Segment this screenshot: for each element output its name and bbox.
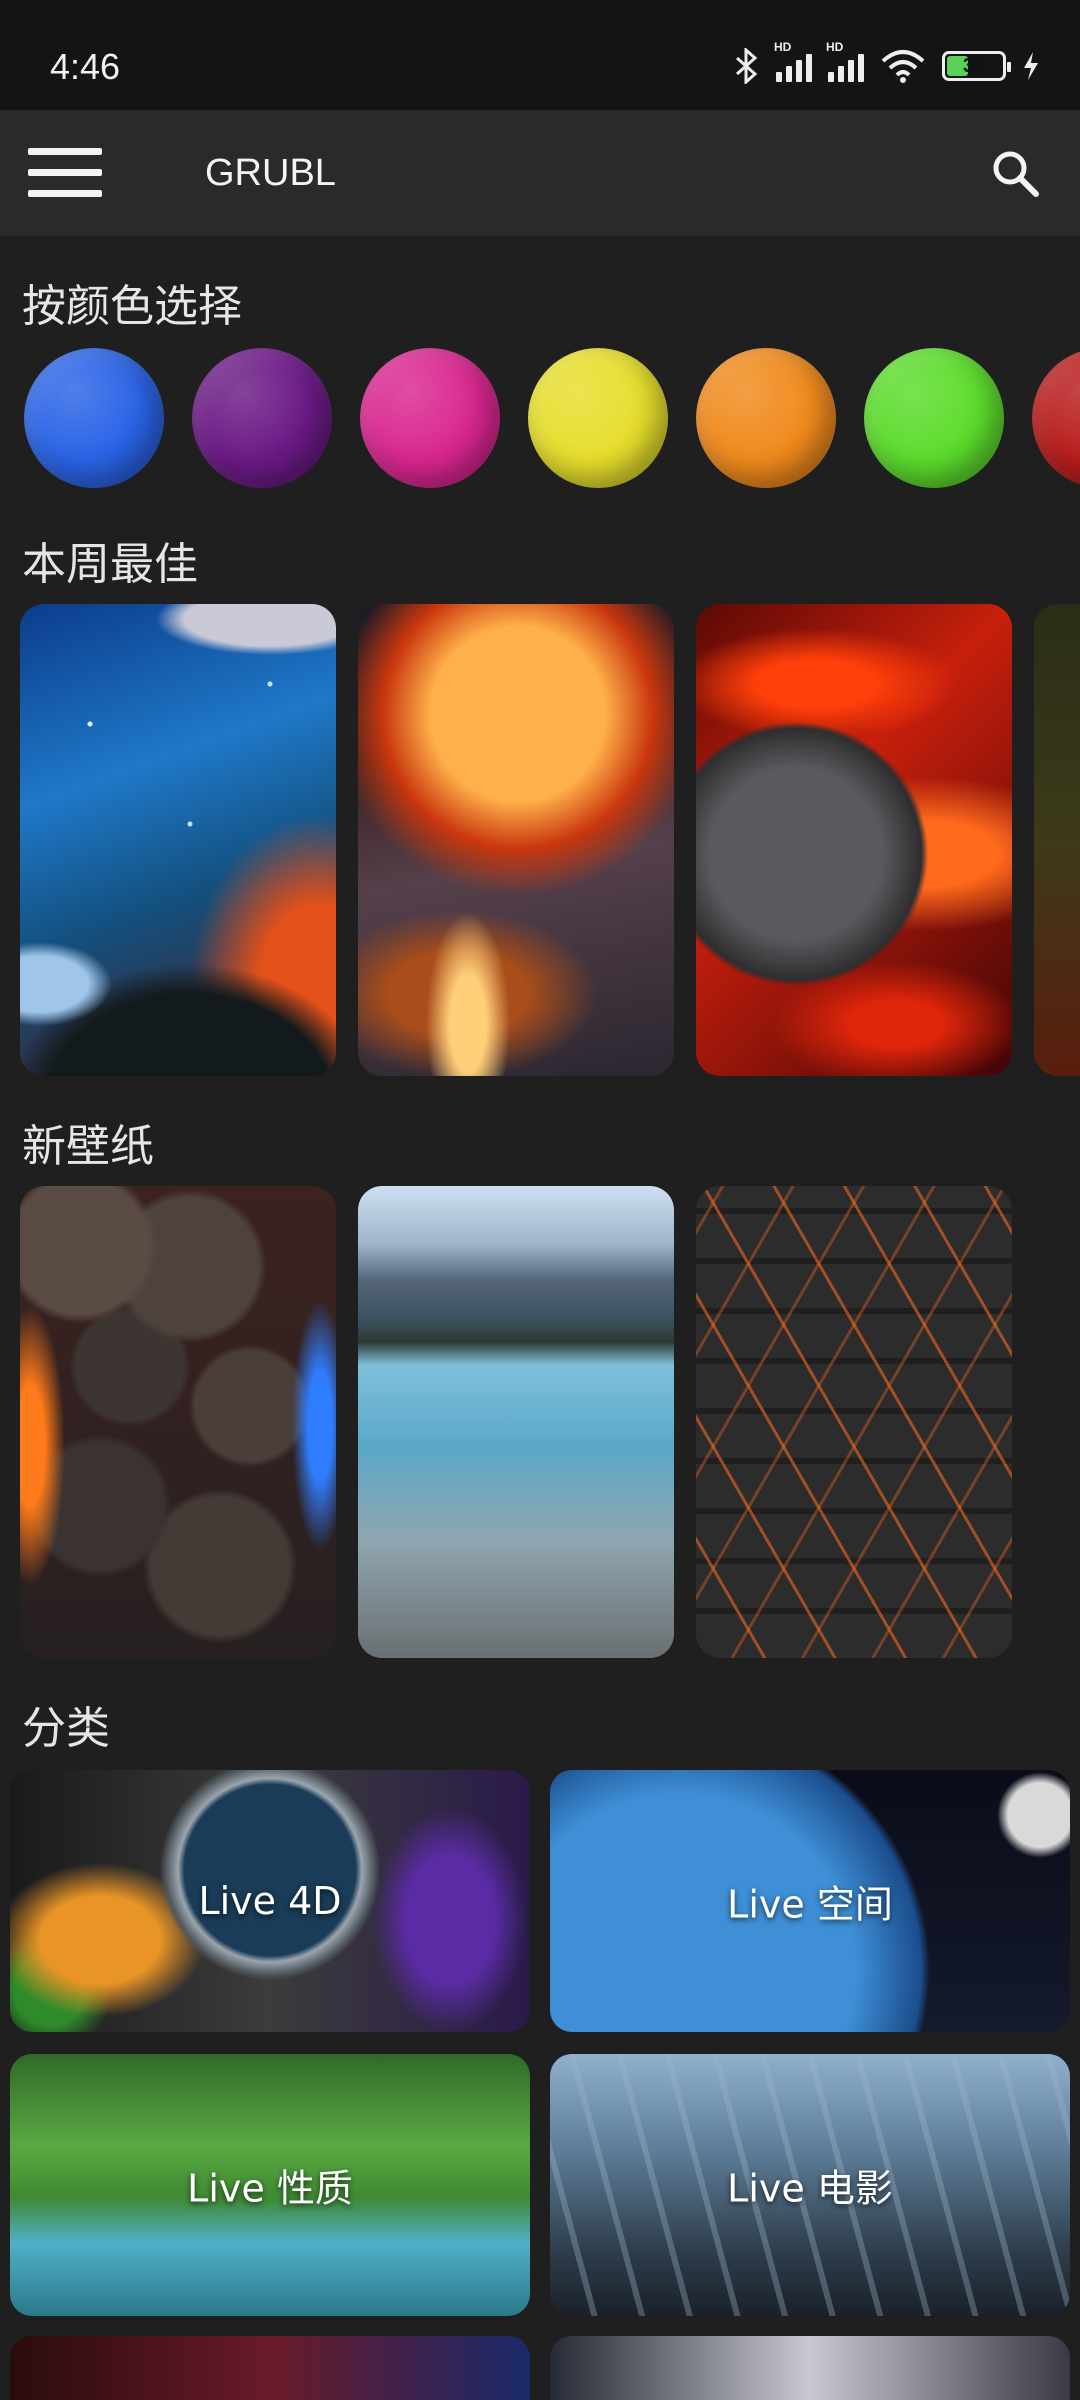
best-week-row xyxy=(0,604,1080,1076)
new-wallpapers-row xyxy=(0,1186,1080,1658)
color-swatch-yellow[interactable] xyxy=(528,348,668,488)
category-card-partial-2[interactable] xyxy=(550,2336,1070,2400)
battery-level: 38 xyxy=(962,54,986,77)
section-title-new-wallpapers: 新壁纸 xyxy=(22,1121,154,1172)
color-swatch-red[interactable] xyxy=(1032,348,1080,488)
color-swatch-blue[interactable] xyxy=(24,348,164,488)
app-bar: GRUBL xyxy=(0,110,1080,236)
menu-button[interactable] xyxy=(28,148,102,202)
hamburger-icon xyxy=(28,148,102,155)
cell-signal-1-icon: HD xyxy=(774,40,812,82)
category-card-live-space[interactable]: Live 空间 xyxy=(550,1770,1070,2032)
wallpaper-thumb-spaceship-planet[interactable] xyxy=(358,604,674,1076)
color-swatch-magenta[interactable] xyxy=(360,348,500,488)
wallpaper-thumb-lava-stones[interactable] xyxy=(20,1186,336,1658)
wifi-icon xyxy=(881,50,925,83)
status-bar: 4:46 HD HD 38 xyxy=(0,0,1080,110)
category-label: Live 性质 xyxy=(187,2166,353,2211)
category-card-partial-1[interactable] xyxy=(10,2336,530,2400)
category-label: Live 4D xyxy=(198,1879,342,1923)
wallpaper-thumb-lava-planet[interactable] xyxy=(696,604,1012,1076)
battery-icon: 38 xyxy=(942,51,1011,81)
bluetooth-icon xyxy=(736,48,758,84)
wallpaper-thumb-partial[interactable] xyxy=(1034,604,1080,1076)
section-title-colors: 按颜色选择 xyxy=(22,281,242,332)
wallpaper-thumb-astronaut-mountain[interactable] xyxy=(20,604,336,1076)
category-label: Live 空间 xyxy=(727,1882,893,1927)
status-icons: HD HD 38 xyxy=(734,40,1040,84)
wallpaper-thumb-mountain-lake[interactable] xyxy=(358,1186,674,1658)
charging-icon xyxy=(1024,52,1038,80)
cell-signal-2-icon: HD xyxy=(826,40,864,82)
wallpaper-thumb-hexagon-dark[interactable] xyxy=(696,1186,1012,1658)
category-card-live-movie[interactable]: Live 电影 xyxy=(550,2054,1070,2316)
color-swatch-purple[interactable] xyxy=(192,348,332,488)
category-card-live-4d[interactable]: Live 4D xyxy=(10,1770,530,2032)
section-title-categories: 分类 xyxy=(22,1703,110,1754)
section-title-best-week: 本周最佳 xyxy=(22,539,198,590)
category-label: Live 电影 xyxy=(727,2166,893,2211)
app-title: GRUBL xyxy=(205,152,336,194)
category-card-live-nature[interactable]: Live 性质 xyxy=(10,2054,530,2316)
color-swatch-row xyxy=(0,348,1080,492)
color-swatch-orange[interactable] xyxy=(696,348,836,488)
status-time: 4:46 xyxy=(50,46,121,87)
search-icon[interactable] xyxy=(988,146,1044,202)
color-swatch-green[interactable] xyxy=(864,348,1004,488)
